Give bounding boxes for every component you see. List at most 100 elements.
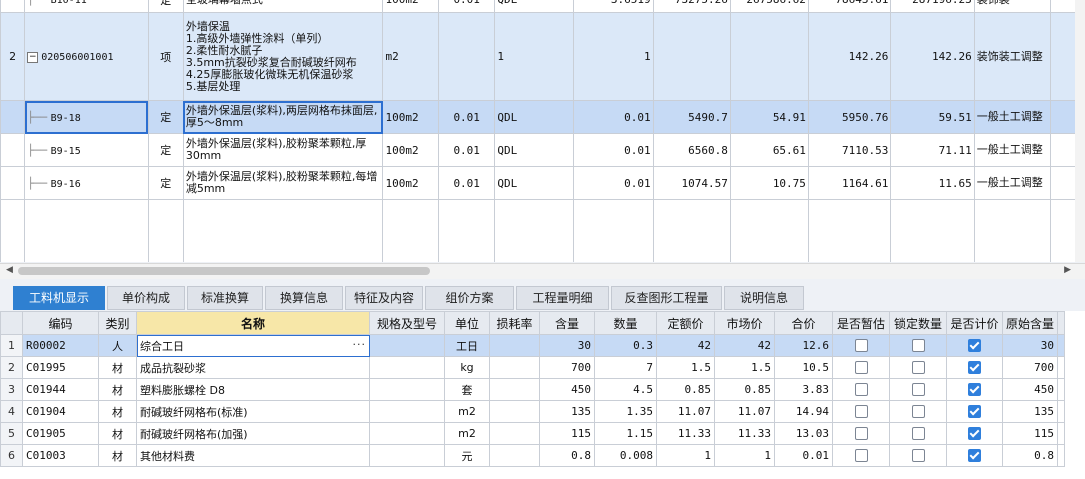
is-estimate-checkbox[interactable]	[832, 356, 890, 379]
is-priced-checkbox[interactable]	[946, 444, 1003, 467]
material-standard-price[interactable]: 11.07	[656, 400, 715, 423]
lock-quantity-checkbox[interactable]	[889, 356, 947, 379]
lock-quantity-checkbox[interactable]	[889, 400, 947, 423]
material-quantity[interactable]: 7	[594, 356, 657, 379]
scroll-right-icon[interactable]: ▶	[1064, 265, 1071, 275]
checkbox-icon[interactable]	[968, 405, 981, 419]
row-unit[interactable]: 100m2	[382, 100, 439, 134]
row-composite-price[interactable]: 142.26	[807, 12, 892, 101]
row-unit-price[interactable]: 5490.7	[652, 100, 731, 134]
material-name[interactable]: 其他材料费	[136, 444, 370, 467]
material-category[interactable]: 材	[98, 378, 137, 401]
material-original-content[interactable]: 700	[1001, 356, 1059, 379]
material-quantity[interactable]: 0.3	[594, 334, 657, 357]
scroll-thumb[interactable]	[18, 267, 430, 275]
material-category[interactable]: 材	[98, 444, 137, 467]
lock-quantity-checkbox[interactable]	[889, 334, 947, 357]
row-unit[interactable]: 100m2	[382, 0, 439, 13]
material-name[interactable]: 耐碱玻纤网格布(加强)	[136, 422, 370, 445]
material-code[interactable]: C01905	[22, 422, 99, 445]
checkbox-icon[interactable]	[911, 427, 925, 441]
row-unit[interactable]: m2	[382, 12, 439, 101]
row-name[interactable]: 外墙外保温层(浆料),胶粉聚苯颗粒,每增减5mm	[182, 166, 384, 200]
collapse-icon[interactable]: −	[27, 51, 39, 63]
row-unit-price[interactable]: 73275.26	[652, 0, 731, 13]
checkbox-icon[interactable]	[968, 383, 981, 397]
checkbox-icon[interactable]	[911, 383, 925, 397]
column-header[interactable]: 锁定数量	[889, 311, 947, 335]
material-total[interactable]: 0.01	[774, 444, 833, 467]
table-row[interactable]: ├── B9-15 定外墙外保温层(浆料),胶粉聚苯颗粒,厚30mm 100m2 0.…	[0, 133, 1085, 167]
column-header[interactable]: 定额价	[656, 311, 715, 335]
table-row[interactable]: 2−020506001001 项外墙保温 1.高级外墙弹性涂料（单列） 2.柔性耐水腻…	[0, 12, 1085, 101]
material-market-price[interactable]: 0.85	[714, 378, 775, 401]
material-loss-rate[interactable]	[489, 444, 540, 467]
row-unit-price[interactable]: 6560.8	[652, 133, 731, 167]
is-estimate-checkbox[interactable]	[832, 444, 890, 467]
checkbox-icon[interactable]	[854, 361, 868, 375]
material-original-content[interactable]: 135	[1001, 400, 1059, 423]
row-total-price[interactable]	[729, 12, 809, 101]
checkbox-icon[interactable]	[968, 361, 981, 375]
row-type[interactable]: 定	[147, 100, 184, 134]
horizontal-scrollbar[interactable]: ◀ ▶	[0, 263, 1085, 279]
row-extra[interactable]: 一般土工调整	[973, 166, 1052, 200]
row-name[interactable]: 外墙外保温层(浆料),胶粉聚苯颗粒,厚30mm	[182, 133, 384, 167]
material-unit[interactable]: m2	[444, 400, 490, 423]
row-code[interactable]: −020506001001	[24, 12, 149, 101]
material-loss-rate[interactable]	[489, 400, 540, 423]
material-spec[interactable]	[369, 356, 445, 379]
row-unit[interactable]: 100m2	[382, 133, 439, 167]
material-code[interactable]: C01904	[22, 400, 99, 423]
material-standard-price[interactable]: 1	[656, 444, 715, 467]
checkbox-icon[interactable]	[854, 383, 868, 397]
checkbox-icon[interactable]	[968, 339, 981, 353]
row-unit-price[interactable]	[652, 12, 731, 101]
table-row[interactable]: ├── B9-18 定外墙外保温层(浆料),两层网格布抹面层,厚5～8mm 100m…	[0, 100, 1085, 134]
material-unit[interactable]: 元	[444, 444, 490, 467]
row-extra[interactable]: 一般土工调整	[973, 100, 1052, 134]
material-category[interactable]: 材	[98, 356, 137, 379]
checkbox-icon[interactable]	[854, 449, 868, 463]
row-type[interactable]: 项	[147, 12, 184, 101]
row-unit-price[interactable]: 1074.57	[652, 166, 731, 200]
tab-3[interactable]: 换算信息	[265, 286, 343, 310]
table-row[interactable]: ├── B9-16 定外墙外保温层(浆料),胶粉聚苯颗粒,每增减5mm 100m2 0…	[0, 166, 1085, 200]
material-original-content[interactable]: 0.8	[1001, 444, 1059, 467]
row-type[interactable]: 定	[147, 133, 184, 167]
table-row[interactable]: 4 C01904 材耐碱玻纤网格布(标准) m2 135 1.35 11.07 11.07 14…	[0, 400, 1066, 423]
material-standard-price[interactable]: 42	[656, 334, 715, 357]
row-qty[interactable]: 0.01	[437, 0, 496, 13]
material-loss-rate[interactable]	[489, 378, 540, 401]
tab-2[interactable]: 标准换算	[187, 286, 263, 310]
row-code[interactable]: ├── B9-16	[24, 166, 149, 200]
row-quantity[interactable]: 3.6519	[572, 0, 654, 13]
tab-5[interactable]: 组价方案	[425, 286, 514, 310]
is-estimate-checkbox[interactable]	[832, 334, 890, 357]
row-total-price[interactable]: 267586.62	[729, 0, 809, 13]
top-vertical-scrollbar[interactable]	[1075, 0, 1085, 262]
material-market-price[interactable]: 11.33	[714, 422, 775, 445]
material-content[interactable]: 115	[539, 422, 595, 445]
row-extra[interactable]: 装饰装	[973, 0, 1052, 13]
material-spec[interactable]	[369, 334, 445, 357]
material-code[interactable]: R00002	[22, 334, 99, 357]
material-content[interactable]: 700	[539, 356, 595, 379]
checkbox-icon[interactable]	[911, 405, 925, 419]
is-priced-checkbox[interactable]	[946, 400, 1003, 423]
tab-4[interactable]: 特征及内容	[345, 286, 423, 310]
row-composite-total[interactable]: 11.65	[890, 166, 975, 200]
checkbox-icon[interactable]	[911, 361, 925, 375]
row-composite-total[interactable]: 59.51	[890, 100, 975, 134]
row-code[interactable]: ├── B9-15	[24, 133, 149, 167]
is-priced-checkbox[interactable]	[946, 422, 1003, 445]
material-code[interactable]: C01944	[22, 378, 99, 401]
material-spec[interactable]	[369, 444, 445, 467]
material-total[interactable]: 14.94	[774, 400, 833, 423]
material-loss-rate[interactable]	[489, 356, 540, 379]
row-qty[interactable]: 0.01	[437, 166, 496, 200]
row-type[interactable]: 定	[147, 166, 184, 200]
material-spec[interactable]	[369, 422, 445, 445]
row-composite-price[interactable]: 78643.61	[807, 0, 892, 13]
checkbox-icon[interactable]	[854, 339, 868, 353]
